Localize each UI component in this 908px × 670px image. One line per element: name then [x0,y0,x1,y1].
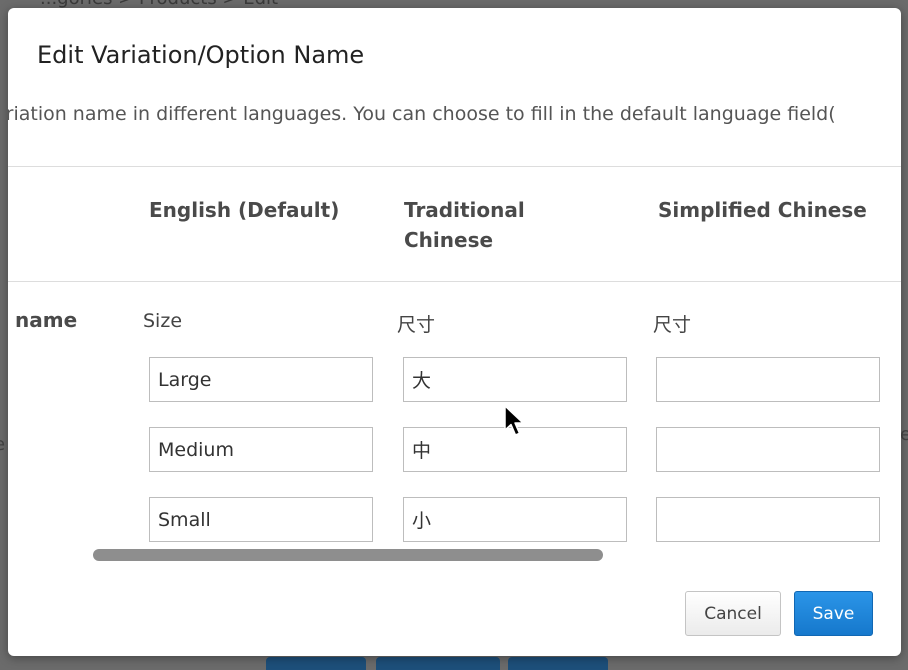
variation-name-traditional-chinese: 尺寸 [397,314,436,336]
background-button [266,657,366,670]
divider [8,166,901,167]
column-header-traditional-chinese: Traditional Chinese [404,198,525,252]
option-medium-english-input[interactable] [149,427,373,472]
background-text-right: e [900,424,908,445]
background-text-left: e [0,434,5,455]
horizontal-scrollbar-thumb[interactable] [93,549,603,561]
option-small-traditional-chinese-input[interactable] [403,497,627,542]
option-large-simplified-chinese-input[interactable] [656,357,880,402]
column-header-english: English (Default) [149,198,340,222]
mouse-pointer-icon [504,405,524,436]
background-button [508,657,608,670]
column-header-simplified-chinese: Simplified Chinese [658,198,867,222]
variation-name-simplified-chinese: 尺寸 [653,314,692,336]
variation-name-english: Size [143,310,183,332]
edit-variation-dialog: Edit Variation/Option Name ariation name… [8,8,901,656]
divider [8,281,901,282]
row-label-name: name [15,308,78,332]
option-medium-simplified-chinese-input[interactable] [656,427,880,472]
option-large-english-input[interactable] [149,357,373,402]
save-button[interactable]: Save [794,591,873,636]
dialog-title: Edit Variation/Option Name [37,41,365,69]
option-small-simplified-chinese-input[interactable] [656,497,880,542]
background-button [376,657,500,670]
dialog-instruction: ariation name in different languages. Yo… [8,103,836,125]
option-large-traditional-chinese-input[interactable] [403,357,627,402]
option-small-english-input[interactable] [149,497,373,542]
cancel-button[interactable]: Cancel [685,591,781,636]
